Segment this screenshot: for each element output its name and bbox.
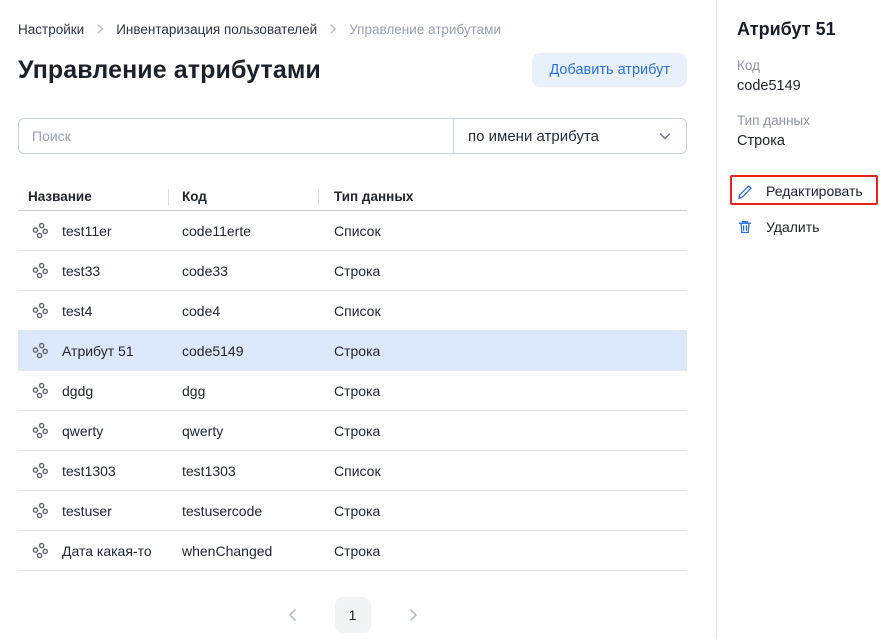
pagination: 1 [18,597,687,633]
attribute-nodes-icon [32,502,49,519]
attribute-name: dgdg [62,383,93,399]
edit-attribute-label: Редактировать [766,183,863,199]
chevron-right-icon [405,607,421,623]
table-row[interactable]: Дата какая-то whenChanged Строка [18,531,687,571]
attribute-name: test4 [62,303,92,319]
chevron-down-icon [657,128,673,144]
attribute-code: code11erte [168,223,318,239]
add-attribute-button[interactable]: Добавить атрибут [532,53,687,87]
attribute-name: test11er [62,223,112,239]
delete-attribute-button[interactable]: Удалить [737,214,886,240]
chevron-left-icon [285,607,301,623]
table-row[interactable]: test33 code33 Строка [18,251,687,291]
attribute-nodes-icon [32,542,49,559]
column-header-type: Тип данных [318,183,687,210]
attribute-nodes-icon [32,382,49,399]
detail-field-label: Тип данных [737,112,886,129]
attributes-table: Название Код Тип данных test11er code11e… [18,183,687,571]
attribute-type: Строка [318,263,687,279]
pencil-icon [737,183,753,199]
page-title: Управление атрибутами [18,56,321,85]
attribute-name: test33 [62,263,100,279]
table-row[interactable]: test11er code11erte Список [18,211,687,251]
attribute-type: Строка [318,343,687,359]
attribute-code: code4 [168,303,318,319]
attribute-name: Дата какая-то [62,543,152,559]
column-header-code: Код [168,183,318,210]
main-content: Настройки Инвентаризация пользователей У… [0,0,716,639]
attribute-code: testusercode [168,503,318,519]
table-row[interactable]: qwerty qwerty Строка [18,411,687,451]
chevron-right-icon [94,23,106,35]
table-row[interactable]: test1303 test1303 Список [18,451,687,491]
table-row[interactable]: dgdg dgg Строка [18,371,687,411]
breadcrumb-item[interactable]: Настройки [18,22,84,37]
prev-page-button[interactable] [277,599,309,631]
column-header-name: Название [18,183,168,210]
next-page-button[interactable] [397,599,429,631]
attribute-type: Строка [318,383,687,399]
attribute-type: Строка [318,503,687,519]
trash-icon [737,219,753,235]
search-bar: по имени атрибута [18,118,687,154]
detail-panel-title: Атрибут 51 [737,18,886,40]
detail-panel-fields: Код code5149 Тип данных Строка [737,57,886,150]
attribute-name: test1303 [62,463,116,479]
detail-panel: Атрибут 51 Код code5149 Тип данных Строк… [716,0,896,639]
detail-field-value: Строка [737,132,886,150]
detail-panel-actions: Редактировать Удалить [737,178,886,240]
current-page-button[interactable]: 1 [335,597,371,633]
detail-field-label: Код [737,57,886,74]
breadcrumb: Настройки Инвентаризация пользователей У… [18,20,687,38]
attribute-code: code5149 [168,343,318,359]
table-header-row: Название Код Тип данных [18,183,687,211]
attribute-code: test1303 [168,463,318,479]
attribute-type: Строка [318,543,687,559]
table-row[interactable]: test4 code4 Список [18,291,687,331]
attribute-name: qwerty [62,423,103,439]
attribute-type: Список [318,223,687,239]
search-input[interactable] [19,119,453,153]
attribute-name: testuser [62,503,112,519]
attribute-type: Строка [318,423,687,439]
table-body: test11er code11erte Список test33 code33… [18,211,687,571]
attribute-type: Список [318,303,687,319]
page-header: Управление атрибутами Добавить атрибут [18,52,687,88]
filter-select-value: по имени атрибута [468,128,599,145]
detail-field-value: code5149 [737,77,886,95]
attribute-name: Атрибут 51 [62,343,134,359]
breadcrumb-item[interactable]: Инвентаризация пользователей [116,22,317,37]
attribute-type: Список [318,463,687,479]
attribute-nodes-icon [32,262,49,279]
attribute-code: code33 [168,263,318,279]
filter-select[interactable]: по имени атрибута [453,119,686,153]
attribute-nodes-icon [32,462,49,479]
attribute-code: whenChanged [168,543,318,559]
table-row[interactable]: Атрибут 51 code5149 Строка [18,331,687,371]
chevron-right-icon [327,23,339,35]
attribute-code: dgg [168,383,318,399]
attribute-nodes-icon [32,342,49,359]
breadcrumb-item: Управление атрибутами [349,22,501,37]
table-row[interactable]: testuser testusercode Строка [18,491,687,531]
attribute-code: qwerty [168,423,318,439]
attribute-nodes-icon [32,422,49,439]
attribute-management-screen: Настройки Инвентаризация пользователей У… [0,0,896,639]
attribute-nodes-icon [32,222,49,239]
attribute-nodes-icon [32,302,49,319]
edit-attribute-button[interactable]: Редактировать [737,178,886,204]
delete-attribute-label: Удалить [766,219,819,235]
